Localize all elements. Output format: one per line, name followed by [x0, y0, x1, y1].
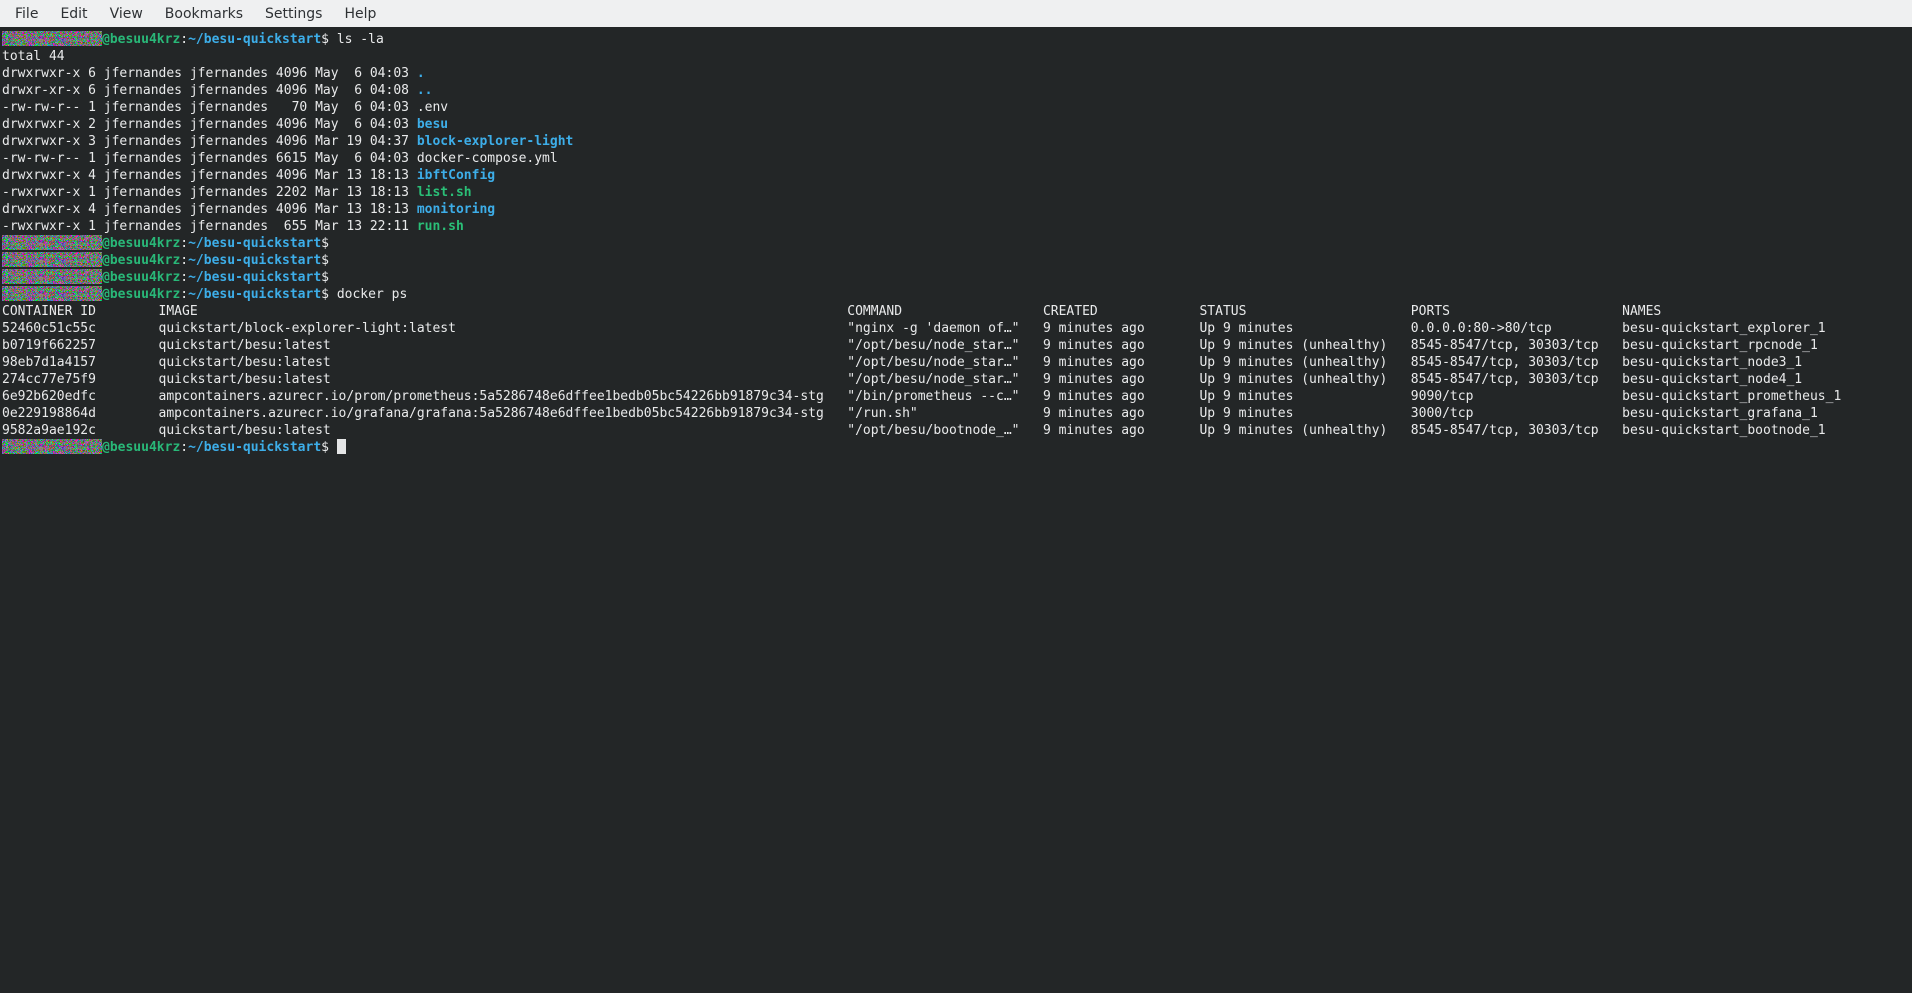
menu-item-help[interactable]: Help	[333, 2, 387, 26]
prompt-line: @besuu4krz:~/besu-quickstart$	[2, 440, 346, 455]
prompt-path: ~/besu-quickstart	[188, 440, 321, 455]
menu-item-settings[interactable]: Settings	[254, 2, 333, 26]
prompt-separator: :	[180, 253, 188, 268]
menu-item-view[interactable]: View	[99, 2, 154, 26]
terminal-cursor	[337, 439, 346, 454]
terminal-text	[329, 440, 337, 455]
ls-row: -rw-rw-r-- 1 jfernandes jfernandes 70 Ma…	[2, 100, 448, 115]
docker-ps-row: 98eb7d1a4157 quickstart/besu:latest "/op…	[2, 355, 1802, 370]
ls-row: drwxrwxr-x 4 jfernandes jfernandes 4096 …	[2, 202, 495, 217]
ls-row-filename: block-explorer-light	[417, 134, 574, 149]
command-text: docker ps	[329, 287, 407, 302]
ls-row-filename: .	[417, 66, 425, 81]
prompt-symbol: $	[321, 32, 329, 47]
terminal-window[interactable]: @besuu4krz:~/besu-quickstart$ ls -la tot…	[0, 27, 1912, 993]
terminal-output: @besuu4krz:~/besu-quickstart$ ls -la tot…	[0, 27, 1912, 456]
prompt-separator: :	[180, 287, 188, 302]
prompt-path: ~/besu-quickstart	[188, 270, 321, 285]
prompt-path: ~/besu-quickstart	[188, 236, 321, 251]
ls-row-filename: .env	[417, 100, 448, 115]
prompt-path: ~/besu-quickstart	[188, 32, 321, 47]
prompt-host: @besuu4krz	[102, 236, 180, 251]
ls-row-filename: run.sh	[417, 219, 464, 234]
prompt-host: @besuu4krz	[102, 253, 180, 268]
ls-row: drwxrwxr-x 4 jfernandes jfernandes 4096 …	[2, 168, 495, 183]
prompt-host: @besuu4krz	[102, 32, 180, 47]
prompt-path: ~/besu-quickstart	[188, 287, 321, 302]
ls-row: -rwxrwxr-x 1 jfernandes jfernandes 655 M…	[2, 219, 464, 234]
prompt-line: @besuu4krz:~/besu-quickstart$	[2, 253, 329, 268]
prompt-separator: :	[180, 440, 188, 455]
ls-row-details: drwxrwxr-x 4 jfernandes jfernandes 4096 …	[2, 168, 417, 183]
menu-item-bookmarks[interactable]: Bookmarks	[154, 2, 254, 26]
ls-row-details: -rwxrwxr-x 1 jfernandes jfernandes 655 M…	[2, 219, 417, 234]
prompt-separator: :	[180, 32, 188, 47]
redacted-username	[2, 31, 102, 46]
redacted-username	[2, 439, 102, 454]
ls-row-filename: besu	[417, 117, 448, 132]
ls-row-details: -rw-rw-r-- 1 jfernandes jfernandes 6615 …	[2, 151, 417, 166]
prompt-line: @besuu4krz:~/besu-quickstart$	[2, 270, 329, 285]
prompt-symbol: $	[321, 440, 329, 455]
redacted-username	[2, 286, 102, 301]
prompt-line: @besuu4krz:~/besu-quickstart$ ls -la	[2, 32, 384, 47]
prompt-line: @besuu4krz:~/besu-quickstart$	[2, 236, 329, 251]
prompt-host: @besuu4krz	[102, 440, 180, 455]
menu-item-file[interactable]: File	[4, 2, 49, 26]
ls-row-details: drwxrwxr-x 3 jfernandes jfernandes 4096 …	[2, 134, 417, 149]
docker-ps-row: 9582a9ae192c quickstart/besu:latest "/op…	[2, 423, 1826, 438]
docker-ps-row: 0e229198864d ampcontainers.azurecr.io/gr…	[2, 406, 1818, 421]
prompt-symbol: $	[321, 287, 329, 302]
prompt-separator: :	[180, 270, 188, 285]
redacted-username	[2, 252, 102, 267]
ls-row: drwxr-xr-x 6 jfernandes jfernandes 4096 …	[2, 83, 432, 98]
redacted-username	[2, 235, 102, 250]
ls-row-details: -rwxrwxr-x 1 jfernandes jfernandes 2202 …	[2, 185, 417, 200]
command-text: ls -la	[329, 32, 384, 47]
prompt-symbol: $	[321, 270, 329, 285]
docker-ps-header: CONTAINER ID IMAGE COMMAND CREATED STATU…	[2, 304, 1661, 319]
prompt-host: @besuu4krz	[102, 287, 180, 302]
docker-ps-row: b0719f662257 quickstart/besu:latest "/op…	[2, 338, 1818, 353]
ls-row-details: drwxrwxr-x 6 jfernandes jfernandes 4096 …	[2, 66, 417, 81]
ls-row-filename: ..	[417, 83, 433, 98]
ls-row-filename: list.sh	[417, 185, 472, 200]
ls-row-filename: monitoring	[417, 202, 495, 217]
menu-bar: File Edit View Bookmarks Settings Help	[0, 0, 1912, 27]
ls-row-details: -rw-rw-r-- 1 jfernandes jfernandes 70 Ma…	[2, 100, 417, 115]
prompt-line: @besuu4krz:~/besu-quickstart$ docker ps	[2, 287, 407, 302]
redacted-username	[2, 269, 102, 284]
docker-ps-row: 274cc77e75f9 quickstart/besu:latest "/op…	[2, 372, 1802, 387]
ls-row: drwxrwxr-x 6 jfernandes jfernandes 4096 …	[2, 66, 425, 81]
ls-row: -rw-rw-r-- 1 jfernandes jfernandes 6615 …	[2, 151, 558, 166]
ls-row-filename: ibftConfig	[417, 168, 495, 183]
ls-row: -rwxrwxr-x 1 jfernandes jfernandes 2202 …	[2, 185, 472, 200]
prompt-separator: :	[180, 236, 188, 251]
prompt-host: @besuu4krz	[102, 270, 180, 285]
prompt-symbol: $	[321, 236, 329, 251]
ls-row-details: drwxrwxr-x 2 jfernandes jfernandes 4096 …	[2, 117, 417, 132]
ls-total-line: total 44	[2, 49, 65, 64]
docker-ps-row: 6e92b620edfc ampcontainers.azurecr.io/pr…	[2, 389, 1841, 404]
ls-row-filename: docker-compose.yml	[417, 151, 558, 166]
menu-item-edit[interactable]: Edit	[49, 2, 98, 26]
ls-row-details: drwxrwxr-x 4 jfernandes jfernandes 4096 …	[2, 202, 417, 217]
ls-row: drwxrwxr-x 2 jfernandes jfernandes 4096 …	[2, 117, 448, 132]
ls-row: drwxrwxr-x 3 jfernandes jfernandes 4096 …	[2, 134, 573, 149]
docker-ps-row: 52460c51c55c quickstart/block-explorer-l…	[2, 321, 1826, 336]
prompt-symbol: $	[321, 253, 329, 268]
ls-row-details: drwxr-xr-x 6 jfernandes jfernandes 4096 …	[2, 83, 417, 98]
prompt-path: ~/besu-quickstart	[188, 253, 321, 268]
